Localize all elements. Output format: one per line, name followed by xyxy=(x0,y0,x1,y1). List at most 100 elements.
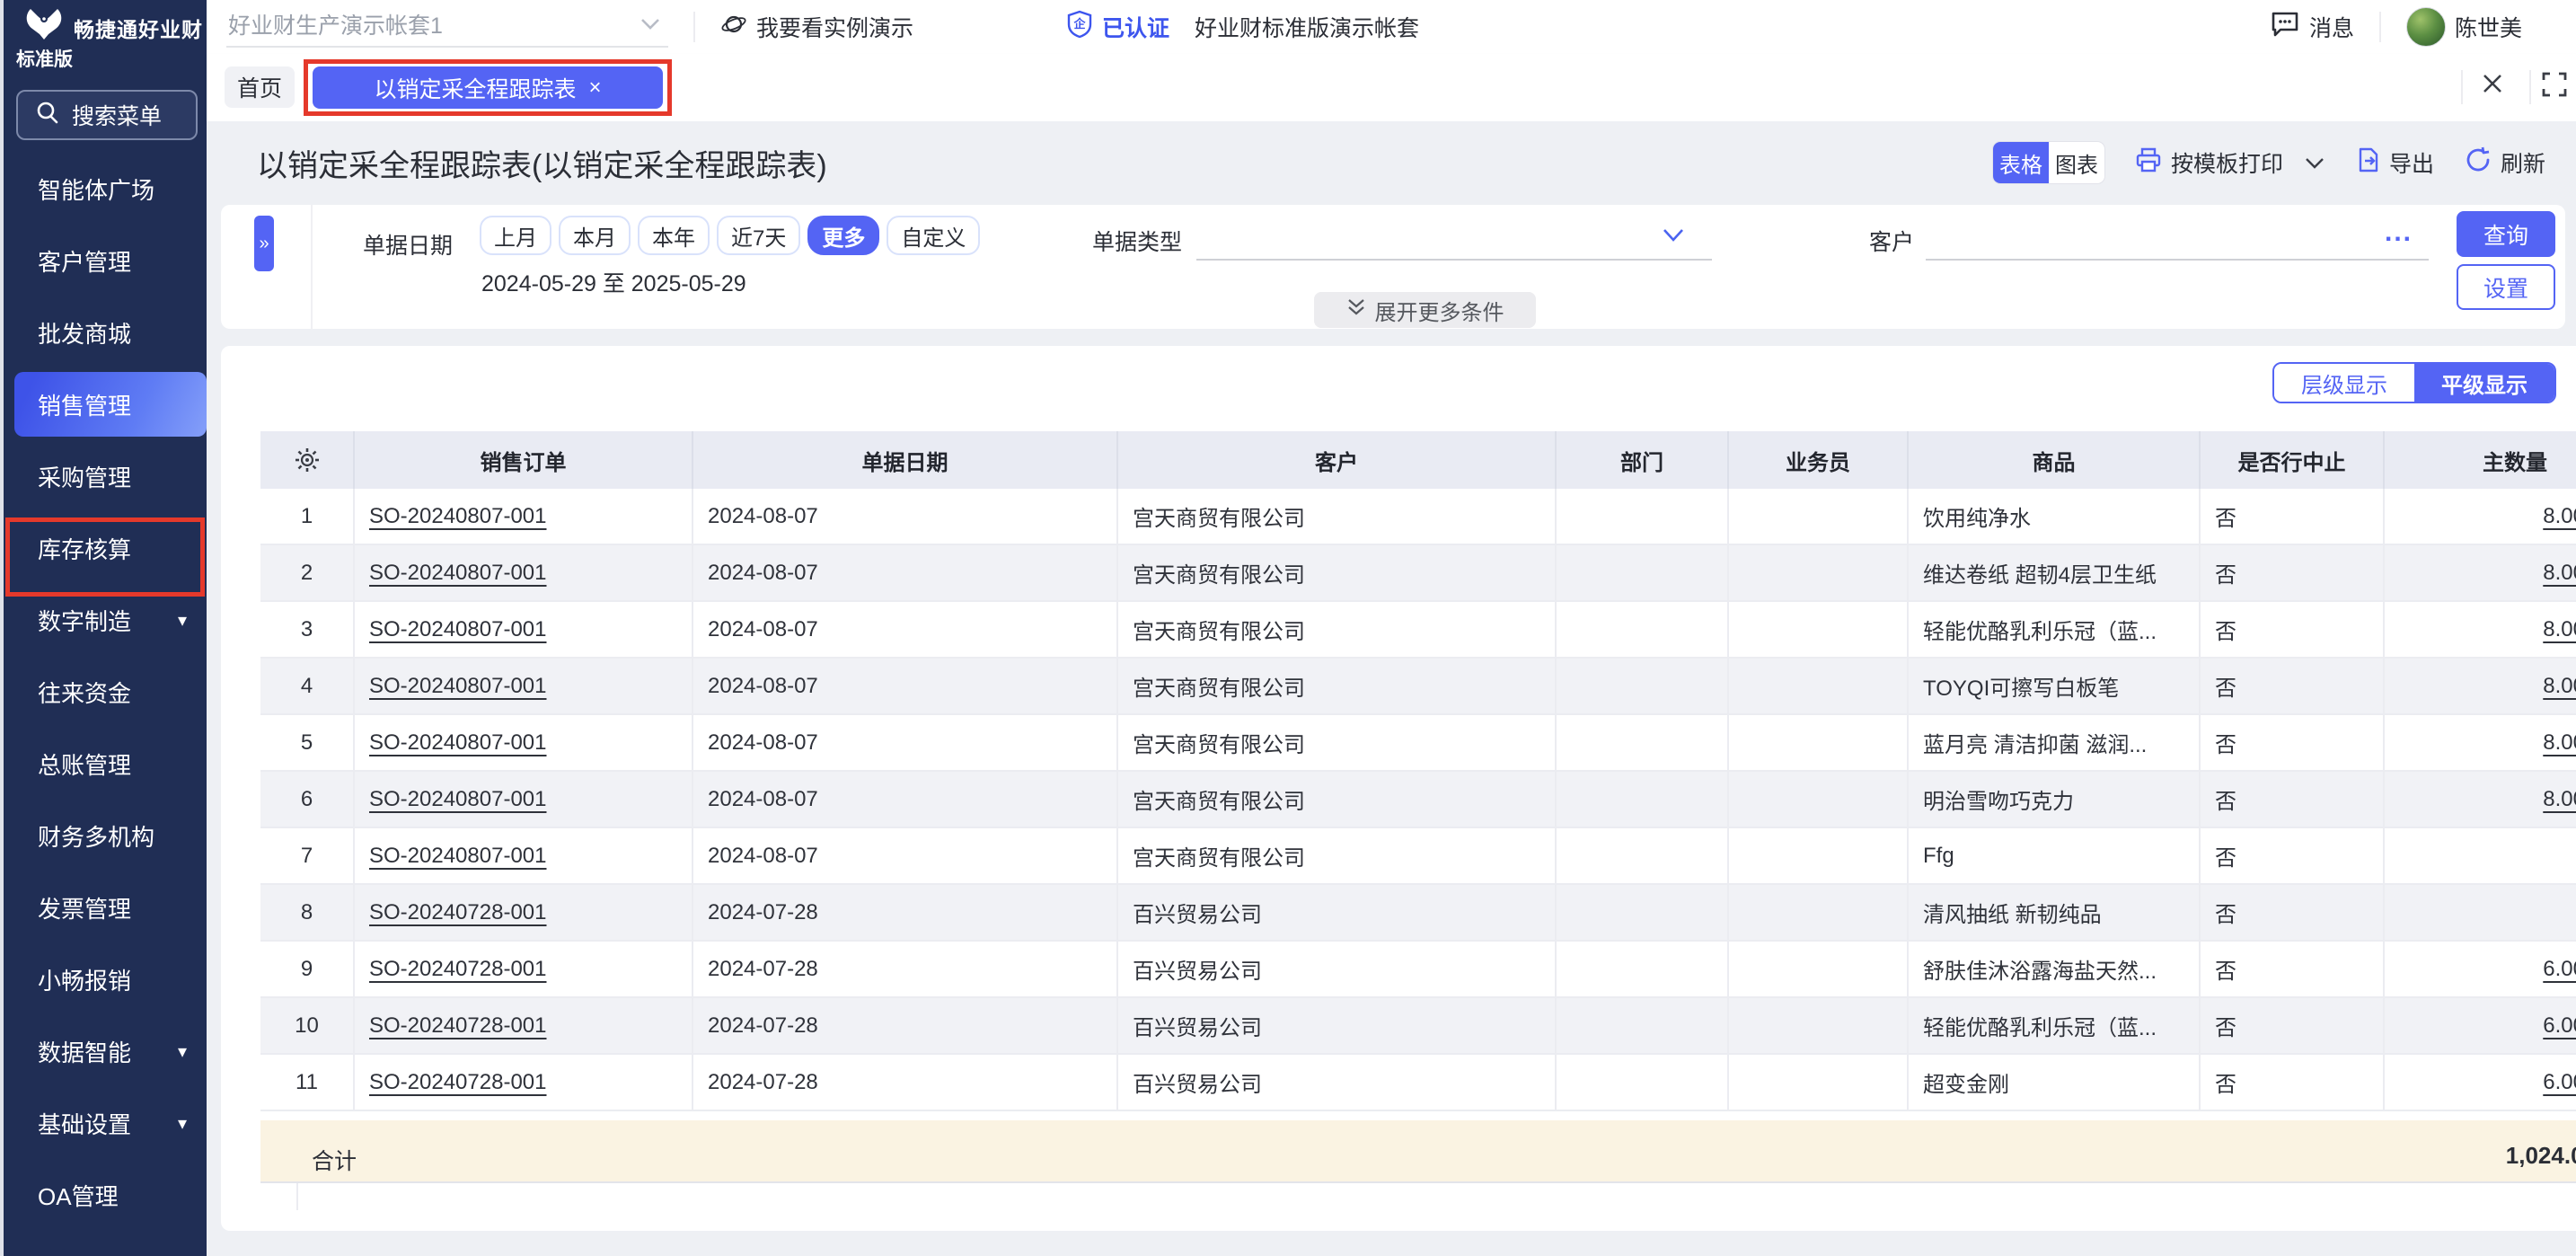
cell-customer: 宫天商贸有限公司 xyxy=(1118,715,1557,770)
cell-line-halted: 否 xyxy=(2201,489,2385,544)
user-menu[interactable]: 陈世美 xyxy=(2406,7,2522,47)
table-row-3: 3SO-20240807-0012024-08-07宫天商贸有限公司轻能优酪乳利… xyxy=(260,602,2576,659)
view-toggle-chart[interactable]: 图表 xyxy=(2049,142,2104,183)
table-row-7: 7SO-20240807-0012024-08-07宫天商贸有限公司Ffg否 xyxy=(260,828,2576,885)
column-header-4[interactable]: 业务员 xyxy=(1729,431,1909,489)
cell-main-qty[interactable]: 8.00 xyxy=(2385,602,2576,657)
date-preset-0[interactable]: 上月 xyxy=(480,216,551,255)
cell-department xyxy=(1557,1055,1729,1110)
cell-salesperson xyxy=(1729,545,1909,600)
sidebar-item-1[interactable]: 客户管理 xyxy=(4,225,210,296)
sidebar-item-4[interactable]: 采购管理 xyxy=(4,440,210,512)
sidebar-item-6[interactable]: 数字制造▾ xyxy=(4,584,210,656)
doc-type-select[interactable] xyxy=(1196,205,1712,261)
toggle-flat-view[interactable]: 平级显示 xyxy=(2414,364,2554,402)
sidebar-item-8[interactable]: 总账管理 xyxy=(4,728,210,800)
cell-main-qty[interactable]: 8.00 xyxy=(2385,659,2576,713)
cell-row-number: 4 xyxy=(260,659,355,713)
total-row: 合计 1,024.00 xyxy=(260,1111,2576,1183)
cell-line-halted: 否 xyxy=(2201,998,2385,1053)
message-icon xyxy=(2270,10,2300,45)
cell-main-qty[interactable]: 6.00 xyxy=(2385,1055,2576,1110)
customer-input[interactable]: ... xyxy=(1926,205,2429,261)
export-button[interactable]: 导出 xyxy=(2355,146,2434,180)
sidebar-item-12[interactable]: 数据智能 ▾ xyxy=(4,1015,210,1087)
cell-row-number: 2 xyxy=(260,545,355,600)
cell-main-qty[interactable]: 8.00 xyxy=(2385,489,2576,544)
column-header-6[interactable]: 是否行中止 xyxy=(2201,431,2385,489)
cell-sales-order[interactable]: SO-20240807-001 xyxy=(355,715,693,770)
expand-more-conditions-button[interactable]: 展开更多条件 xyxy=(1314,292,1536,328)
orbit-icon xyxy=(720,11,747,44)
cell-main-qty[interactable]: 8.00 xyxy=(2385,545,2576,600)
certified-badge[interactable]: 企 已认证 好业财标准版演示帐套 xyxy=(1066,10,1419,45)
cell-main-qty[interactable]: 8.00 xyxy=(2385,772,2576,827)
sidebar-item-9[interactable]: 财务多机构 xyxy=(4,800,210,871)
sidebar-item-5[interactable]: 库存核算 xyxy=(4,512,210,584)
chevron-down-icon: ▾ xyxy=(178,1040,187,1063)
tab-home[interactable]: 首页 xyxy=(225,66,295,108)
date-presets: 上月本月本年近7天更多自定义 xyxy=(480,216,980,255)
date-preset-2[interactable]: 本年 xyxy=(638,216,710,255)
cell-main-qty[interactable]: 6.00 xyxy=(2385,942,2576,996)
column-header-1[interactable]: 单据日期 xyxy=(693,431,1118,489)
date-preset-3[interactable]: 近7天 xyxy=(717,216,800,255)
account-selector[interactable]: 好业财生产演示帐套1 xyxy=(226,6,668,48)
cell-sales-order[interactable]: SO-20240807-001 xyxy=(355,545,693,600)
table-header-row: 销售订单单据日期客户部门业务员商品是否行中止主数量 xyxy=(260,431,2576,489)
cell-customer: 百兴贸易公司 xyxy=(1118,942,1557,996)
cell-row-number: 9 xyxy=(260,942,355,996)
close-tabs-button[interactable] xyxy=(2479,70,2506,97)
cell-main-qty[interactable]: 8.00 xyxy=(2385,715,2576,770)
sidebar-item-7[interactable]: 往来资金 xyxy=(4,656,210,728)
date-range-value[interactable]: 2024-05-29 至 2025-05-29 xyxy=(481,266,746,298)
search-menu-input[interactable]: 搜索菜单 xyxy=(16,90,198,140)
tab-active-report[interactable]: 以销定采全程跟踪表 × xyxy=(313,66,663,109)
cell-sales-order[interactable]: SO-20240807-001 xyxy=(355,659,693,713)
print-by-template-button[interactable]: 按模板打印 xyxy=(2135,146,2325,180)
cell-sales-order[interactable]: SO-20240728-001 xyxy=(355,885,693,940)
column-header-0[interactable]: 销售订单 xyxy=(355,431,693,489)
date-preset-1[interactable]: 本月 xyxy=(559,216,631,255)
sidebar-item-label: 数据智能 xyxy=(38,1035,131,1068)
sidebar-item-11[interactable]: 小畅报销 xyxy=(4,943,210,1015)
sidebar-item-14[interactable]: OA管理 xyxy=(4,1159,210,1231)
column-header-7[interactable]: 主数量 xyxy=(2385,431,2576,489)
query-button[interactable]: 查询 xyxy=(2457,211,2555,257)
cell-customer: 宫天商贸有限公司 xyxy=(1118,602,1557,657)
sidebar-item-10[interactable]: 发票管理 xyxy=(4,871,210,943)
sidebar-item-3[interactable]: 销售管理 xyxy=(4,368,210,440)
expand-sidebar-button[interactable]: » xyxy=(254,216,274,271)
refresh-button[interactable]: 刷新 xyxy=(2465,146,2545,180)
date-preset-5[interactable]: 自定义 xyxy=(887,216,980,255)
tab-home-label: 首页 xyxy=(237,71,282,103)
sidebar-item-0[interactable]: 智能体广场 xyxy=(4,153,210,225)
cell-sales-order[interactable]: SO-20240807-001 xyxy=(355,828,693,883)
customer-lookup-button[interactable]: ... xyxy=(2385,217,2413,248)
cell-sales-order[interactable]: SO-20240728-001 xyxy=(355,998,693,1053)
sidebar-item-2[interactable]: 批发商城 xyxy=(4,296,210,368)
settings-button[interactable]: 设置 xyxy=(2457,264,2555,310)
cell-sales-order[interactable]: SO-20240728-001 xyxy=(355,942,693,996)
column-header-2[interactable]: 客户 xyxy=(1118,431,1557,489)
cell-sales-order[interactable]: SO-20240728-001 xyxy=(355,1055,693,1110)
total-qty-value: 1,024.00 xyxy=(2506,1142,2576,1170)
toggle-hierarchy-view[interactable]: 层级显示 xyxy=(2274,364,2414,402)
cell-sales-order[interactable]: SO-20240807-001 xyxy=(355,489,693,544)
cell-sales-order[interactable]: SO-20240807-001 xyxy=(355,772,693,827)
sidebar-item-13[interactable]: 基础设置▾ xyxy=(4,1087,210,1159)
cell-doc-date: 2024-08-07 xyxy=(693,489,1118,544)
cell-main-qty[interactable]: 6.00 xyxy=(2385,998,2576,1053)
fullscreen-icon[interactable] xyxy=(2540,70,2569,99)
sidebar-item-label: 销售管理 xyxy=(38,388,131,421)
column-settings-gear-icon[interactable] xyxy=(260,431,355,489)
page-header: 以销定采全程跟踪表(以销定采全程跟踪表) 表格 图表 按模板打印 导出 xyxy=(207,121,2576,204)
column-header-3[interactable]: 部门 xyxy=(1557,431,1729,489)
view-toggle-table[interactable]: 表格 xyxy=(1993,142,2049,183)
cell-sales-order[interactable]: SO-20240807-001 xyxy=(355,602,693,657)
demo-link[interactable]: 我要看实例演示 xyxy=(720,11,913,44)
tab-close-icon[interactable]: × xyxy=(589,77,602,99)
date-preset-4[interactable]: 更多 xyxy=(807,216,879,255)
column-header-5[interactable]: 商品 xyxy=(1909,431,2201,489)
messages-button[interactable]: 消息 xyxy=(2270,10,2354,45)
